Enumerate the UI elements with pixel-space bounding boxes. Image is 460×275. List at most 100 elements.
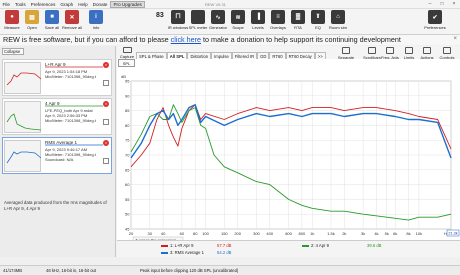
close-window-icon[interactable]: × xyxy=(448,0,460,9)
minimize-icon[interactable]: – xyxy=(424,0,436,9)
measurement-detail: Soundcard: N/A xyxy=(45,157,74,162)
toolbar-label: Info xyxy=(92,25,100,30)
measurement-item[interactable]: 4 Apr 9 LFE-PEQ_both Apr 9.mdat Apr 9, 202… xyxy=(2,98,112,135)
save-icon: ■ xyxy=(45,10,59,24)
x-tick-label: 60 xyxy=(180,231,185,236)
remove-icon: ✕ xyxy=(65,10,79,24)
toolbar-label: SPL meter xyxy=(188,25,208,30)
measure-button[interactable]: ● Measure xyxy=(2,10,22,34)
menu-help[interactable]: Help xyxy=(76,2,90,7)
menu-tools[interactable]: Tools xyxy=(12,2,28,7)
close-banner-icon[interactable]: × xyxy=(453,36,457,42)
tab-all-spl[interactable]: All SPL xyxy=(166,52,188,59)
status-bar: 41/174MB 48 kHz, 16-bit in, 16-bit out P… xyxy=(0,265,460,275)
tab-filtered-ir[interactable]: Filtered IR xyxy=(231,52,258,59)
toolbar-label: RTA xyxy=(294,25,302,30)
x-tick-label: 10k xyxy=(416,231,422,236)
toolbar-label: Room sim xyxy=(328,25,347,30)
save-all-button[interactable]: ■ Save all xyxy=(42,10,62,34)
menu-bar: File Tools Preferences Graph Help Donate Pro U… xyxy=(0,0,460,9)
remove-measurement-icon[interactable]: × xyxy=(103,62,109,68)
measurement-item[interactable]: L+R Apr 9 Apr 9, 2023 1:54:18 PM Mic/Meter… xyxy=(2,59,112,96)
levels-button[interactable]: ▐ Levels xyxy=(248,10,268,34)
tab--[interactable]: >> xyxy=(314,52,326,59)
remove-measurement-icon[interactable]: × xyxy=(103,101,109,107)
preferences-icon: ✔ xyxy=(428,10,442,24)
toolbar-label: IR windows xyxy=(167,25,189,30)
spl-axis-selector[interactable]: SPL xyxy=(118,59,135,67)
generator-button[interactable]: ∿ Generator xyxy=(208,10,228,34)
actions-icon xyxy=(423,47,431,54)
rta-icon: ▓ xyxy=(291,10,305,24)
tab-rt60-decay[interactable]: RT60 Decay xyxy=(285,52,315,59)
maximize-icon[interactable]: □ xyxy=(436,0,448,9)
scrollbars-icon xyxy=(368,47,376,54)
spl-meter-button[interactable]: SPL meter xyxy=(188,10,208,34)
x-tick-label: 600 xyxy=(285,231,292,236)
legend-swatch xyxy=(302,244,309,247)
room-sim-button[interactable]: ⌂ Room sim xyxy=(328,10,348,34)
spl-graph[interactable]: 20 30 40 60 80 100 150 200 300 400 600 800 1k 1.5k 2k 3… xyxy=(117,59,460,244)
tab-impulse[interactable]: Impulse xyxy=(211,52,232,59)
measurement-checkbox[interactable] xyxy=(103,80,109,86)
measurement-checkbox[interactable] xyxy=(103,158,109,164)
x-tick-label: 200 xyxy=(234,231,241,236)
x-tick-label: 1.5k xyxy=(327,231,335,236)
menu-graph[interactable]: Graph xyxy=(58,2,76,7)
info-button[interactable]: i Info xyxy=(86,10,106,34)
legend-label: 3: RMS Average 1 xyxy=(170,250,204,255)
y-tick-label: 50 xyxy=(125,212,130,217)
measurement-item[interactable]: RMS Average 1 Apr 9, 2023 9:46:17 AM Mic/M… xyxy=(2,137,112,174)
levels-icon: ▐ xyxy=(251,10,265,24)
donation-banner: REW is free software, but if you can aff… xyxy=(0,35,460,45)
tab-distortion[interactable]: Distortion xyxy=(187,52,212,59)
x-tick-label: 5k xyxy=(385,231,389,236)
menu-preferences[interactable]: Preferences xyxy=(28,2,58,7)
tab-rt60[interactable]: RT60 xyxy=(269,52,286,59)
generator-icon: ∿ xyxy=(211,10,225,24)
info-icon: i xyxy=(89,10,103,24)
ir-window-icon: ⨅ xyxy=(171,10,185,24)
graph-tabs: SPL & Phase All SPL Distortion Impulse Filte… xyxy=(136,52,326,59)
legend-label: 1: L+R Apr 9 xyxy=(170,243,194,248)
measurement-checkbox[interactable] xyxy=(103,119,109,125)
menu-donate[interactable]: Donate xyxy=(90,2,110,7)
x-tick-label: 150 xyxy=(221,231,228,236)
eq-button[interactable]: ⫪ EQ xyxy=(308,10,328,34)
rta-button[interactable]: ▓ RTA xyxy=(288,10,308,34)
tab-gd[interactable]: GD xyxy=(257,52,270,59)
remove-measurement-icon[interactable]: × xyxy=(103,140,109,146)
x-tick-label: 800 xyxy=(299,231,306,236)
menu-pro-upgrades[interactable]: Pro Upgrades xyxy=(109,0,146,8)
eq-icon: ⫪ xyxy=(311,10,325,24)
y-tick-label: 80 xyxy=(125,123,130,128)
legend-entry[interactable]: 1: L+R Apr 9 xyxy=(161,243,193,248)
ir-windows-button[interactable]: ⨅ IR windows xyxy=(168,10,188,34)
legend-entry[interactable]: 2: 4 Apr 9 xyxy=(302,243,329,248)
camera-icon xyxy=(122,47,132,53)
spl-meter-icon xyxy=(191,10,205,24)
toolbar-label: Remove all xyxy=(62,25,83,30)
x-tick-label: 20 xyxy=(129,231,134,236)
menu-file[interactable]: File xyxy=(0,2,12,7)
toolbar-label: Open xyxy=(27,25,37,30)
tab-spl-phase[interactable]: SPL & Phase xyxy=(136,52,167,59)
x-tick-label: 6k xyxy=(393,231,397,236)
folder-icon: ▤ xyxy=(25,10,39,24)
measurement-detail: Mic/Meter: 7101398_90deg.t xyxy=(45,74,96,79)
remove-all-button[interactable]: ✕ Remove all xyxy=(62,10,82,34)
toolbar-label: Overlays xyxy=(270,25,286,30)
legend-entry[interactable]: 3: RMS Average 1 xyxy=(161,250,204,255)
y-tick-label: 85 xyxy=(125,108,130,113)
banner-text-end: to make a donation to help support its c… xyxy=(201,35,401,44)
collapse-button[interactable]: Collapse xyxy=(2,48,24,55)
overlays-button[interactable]: ≡ Overlays xyxy=(268,10,288,34)
preferences-button[interactable]: ✔ Preferences xyxy=(424,10,446,34)
spl-meter-readout: 83 xyxy=(156,12,164,19)
donate-link[interactable]: click here xyxy=(171,35,201,44)
y-tick-label: 60 xyxy=(125,182,130,187)
scope-button[interactable]: ≋ Scope xyxy=(228,10,248,34)
memory-status: 41/174MB xyxy=(3,268,23,273)
toolbar-label: Preferences xyxy=(424,25,446,30)
open-button[interactable]: ▤ Open xyxy=(22,10,42,34)
